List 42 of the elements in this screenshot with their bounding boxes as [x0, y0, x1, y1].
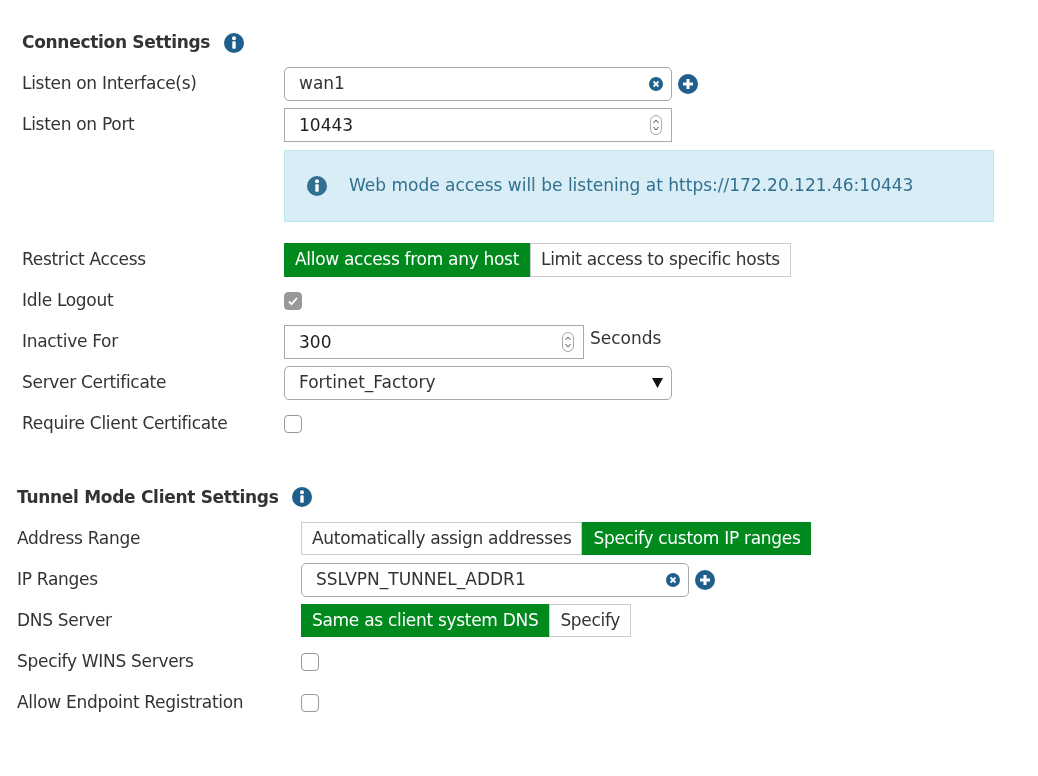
checkbox[interactable] [301, 652, 319, 671]
unit-label: Seconds [590, 326, 662, 350]
info-icon [224, 32, 245, 53]
field-label: Inactive For [22, 330, 120, 354]
field-label: Allow Endpoint Registration [17, 690, 245, 714]
field-label: Restrict Access [22, 248, 147, 272]
field-label: Require Client Certificate [22, 412, 229, 436]
spinner-icon[interactable] [562, 332, 574, 352]
tag-value: SSLVPN_TUNNEL_ADDR1 [316, 567, 527, 592]
field-label: IP Ranges [17, 567, 99, 591]
section-title: Connection Settings [22, 31, 211, 54]
add-icon[interactable] [678, 74, 698, 94]
info-text: Web mode access will be listening at https://172.20.121.46:10443 [349, 173, 914, 197]
field-label: Listen on Port [22, 113, 136, 137]
field-label: DNS Server [17, 608, 113, 632]
spinner-icon[interactable] [650, 115, 662, 135]
toggle-option[interactable]: Allow access from any host [284, 243, 530, 277]
tag-field[interactable]: wan1 [284, 67, 672, 101]
info-icon [307, 175, 327, 196]
field-label: Idle Logout [22, 289, 115, 313]
field-label: Address Range [17, 526, 142, 550]
number-field[interactable]: 300 [284, 325, 584, 359]
toggle-option[interactable]: Specify [549, 603, 632, 638]
toggle-option[interactable]: Automatically assign addresses [301, 521, 583, 556]
add-icon[interactable] [695, 569, 715, 590]
section-title: Tunnel Mode Client Settings [17, 485, 279, 509]
caret-icon [652, 378, 663, 388]
field-label: Listen on Interface(s) [22, 72, 198, 96]
number-field[interactable]: 10443 [284, 108, 672, 142]
checkbox[interactable] [301, 693, 319, 712]
field-label: Server Certificate [22, 371, 168, 395]
toggle-option[interactable]: Specify custom IP ranges [582, 521, 812, 556]
toggle-option[interactable]: Same as client system DNS [301, 603, 550, 638]
clear-icon[interactable] [649, 77, 663, 91]
info-icon [292, 487, 313, 508]
tag-field[interactable]: SSLVPN_TUNNEL_ADDR1 [301, 562, 689, 597]
tag-value: wan1 [299, 72, 346, 96]
clear-icon[interactable] [666, 572, 680, 587]
field-label: Specify WINS Servers [17, 649, 195, 673]
select-field[interactable]: Fortinet_Factory [284, 366, 672, 400]
toggle-option[interactable]: Limit access to specific hosts [530, 243, 791, 277]
checkbox[interactable] [284, 415, 302, 433]
